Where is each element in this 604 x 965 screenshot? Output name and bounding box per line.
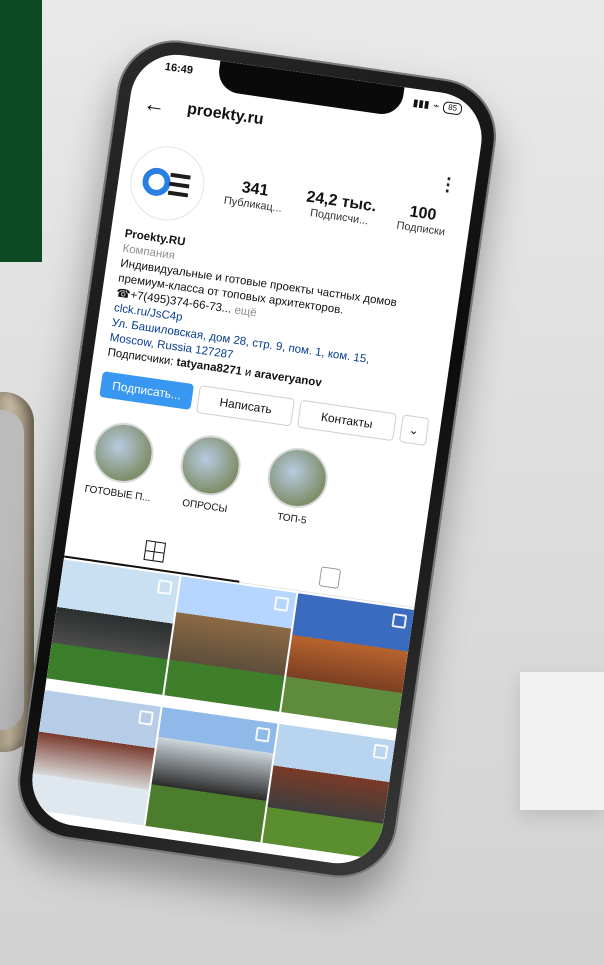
subscribe-button[interactable]: Подписать... — [99, 371, 195, 411]
highlight-cover-icon — [263, 444, 332, 512]
profile-username: proekty.ru — [185, 100, 265, 129]
tagged-icon — [318, 565, 341, 589]
highlight-label: ТОП-5 — [276, 511, 308, 527]
multi-photo-icon — [273, 596, 290, 612]
highlight-cover-icon — [89, 418, 158, 487]
chevron-down-icon: ⌄ — [407, 422, 420, 438]
post-thumbnail[interactable] — [145, 707, 278, 843]
background-phone-screen — [0, 410, 24, 730]
highlight-cover-icon — [176, 431, 245, 500]
multi-photo-icon — [255, 726, 271, 743]
multi-photo-icon — [156, 579, 173, 596]
highlight-label: ОПРОСЫ — [181, 497, 228, 516]
profile-stats: 341 Публикац... 24,2 тыс. Подписчи... 10… — [212, 175, 460, 240]
multi-photo-icon — [391, 613, 408, 629]
wifi-icon: ⌁ — [432, 100, 441, 112]
status-icons: ▮▮▮ ⌁ 85 — [412, 97, 463, 116]
post-thumbnail[interactable] — [27, 690, 161, 826]
multi-photo-icon — [137, 709, 154, 726]
message-button[interactable]: Написать — [196, 385, 296, 427]
stat-followers[interactable]: 24,2 тыс. Подписчи... — [303, 188, 377, 228]
highlight-item[interactable]: ТОП-5 — [255, 443, 336, 548]
stat-following[interactable]: 100 Подписки — [396, 202, 449, 238]
post-thumbnail[interactable] — [164, 576, 297, 712]
highlight-item[interactable]: ГОТОВЫЕ П... — [80, 418, 161, 523]
phone: 16:49 ▮▮▮ ⌁ 85 ← proekty.ru ⋮ 341 Публик… — [10, 32, 504, 886]
post-thumbnail[interactable] — [281, 593, 415, 729]
contacts-button[interactable]: Контакты — [297, 399, 397, 442]
avatar[interactable] — [125, 141, 210, 226]
back-icon[interactable]: ← — [142, 90, 167, 118]
bio-more-link[interactable]: ещё — [234, 304, 258, 319]
suggestions-button[interactable]: ⌄ — [398, 414, 430, 446]
followed-by-and: и — [244, 366, 253, 380]
phone-screen: 16:49 ▮▮▮ ⌁ 85 ← proekty.ru ⋮ 341 Публик… — [26, 48, 488, 870]
multi-photo-icon — [372, 743, 389, 760]
background-green-panel — [0, 0, 42, 262]
signal-icon: ▮▮▮ — [412, 97, 431, 111]
proekty-logo-icon — [142, 167, 191, 198]
posts-grid — [26, 559, 415, 870]
highlight-label: ГОТОВЫЕ П... — [83, 483, 152, 505]
stat-posts[interactable]: 341 Публикац... — [223, 177, 285, 215]
post-thumbnail[interactable] — [262, 723, 396, 860]
background-white-card — [520, 672, 604, 810]
status-time: 16:49 — [164, 60, 194, 77]
battery-icon: 85 — [442, 101, 463, 116]
post-thumbnail[interactable] — [46, 559, 180, 695]
highlight-item[interactable]: ОПРОСЫ — [168, 431, 249, 536]
grid-icon — [142, 539, 166, 563]
